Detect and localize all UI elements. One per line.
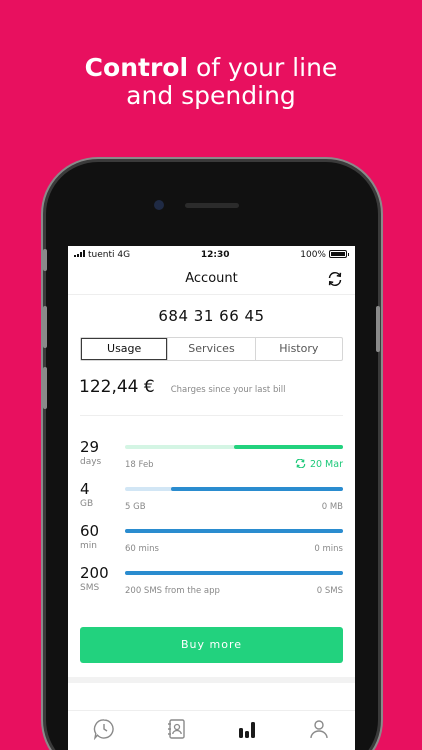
usage-row-sms: 200 SMS 200 SMS from the app 0 SMS [80,560,343,602]
page-title: Account [185,271,238,286]
bar-chart-icon [239,721,256,738]
mute-switch [43,249,47,271]
phone-number: 684 31 66 45 [158,307,265,325]
status-left: tuenti 4G [74,249,131,260]
tab-bar [68,710,355,750]
usage-value: 200 [80,564,109,582]
volume-up-button [43,306,47,348]
nav-bar: Account [68,263,355,295]
usage-fill [125,571,343,575]
signal-icon [74,249,85,257]
section-separator [68,677,355,683]
tab-bar-item-contacts[interactable] [140,711,212,750]
usage-row-minutes: 60 min 60 mins 0 mins [80,518,343,560]
usage-track [125,487,343,491]
speaker [185,203,239,208]
charges-summary: 122,44 € Charges since your last bill [79,377,344,397]
usage-list: 29 days 18 Feb 20 Mar 4 GB 5 GB 0 MB 60 … [68,434,355,602]
usage-value: 4 [80,480,90,498]
tab-bar-item-usage[interactable] [212,711,284,750]
headline: Control of your line and spending [0,54,422,110]
power-button [376,306,380,352]
usage-end: 20 Mar [295,459,343,470]
usage-value: 29 [80,438,100,456]
tab-services[interactable]: Services [167,338,254,360]
volume-down-button [43,367,47,409]
usage-end: 0 SMS [316,586,343,596]
usage-start: 200 SMS from the app [125,586,220,596]
usage-track [125,529,343,533]
battery-percent: 100% [300,249,326,260]
buy-more-button[interactable]: Buy more [80,627,343,663]
usage-start: 5 GB [125,502,146,512]
segmented-tabs: Usage Services History [80,337,343,361]
usage-value: 60 [80,522,100,540]
app-screen: tuenti 4G 12:30 100% Account 684 31 66 4… [68,246,355,750]
usage-row-data: 4 GB 5 GB 0 MB [80,476,343,518]
clock-chat-icon [93,718,114,740]
profile-icon [310,719,328,738]
contacts-icon [167,718,185,739]
usage-end: 0 mins [314,544,343,554]
usage-track [125,445,343,449]
usage-start: 60 mins [125,544,159,554]
usage-unit: days [80,457,102,467]
camera [154,200,164,210]
status-time: 12:30 [200,249,230,260]
renewal-date: 20 Mar [309,459,343,470]
refresh-icon[interactable] [327,271,343,287]
charges-amount: 122,44 € [79,377,155,397]
renew-icon [295,459,306,468]
network: 4G [117,249,131,260]
carrier: tuenti [88,249,115,260]
usage-unit: GB [80,499,94,509]
usage-fill [170,487,343,491]
tab-bar-item-activity[interactable] [68,711,140,750]
usage-fill [125,529,343,533]
usage-start: 18 Feb [125,460,154,470]
status-bar: tuenti 4G 12:30 100% [68,246,355,263]
headline-rest: of your line [188,53,338,82]
charges-note: Charges since your last bill [170,385,286,395]
status-right: 100% [300,249,349,260]
usage-row-days: 29 days 18 Feb 20 Mar [80,434,343,476]
tab-bar-item-profile[interactable] [283,711,355,750]
usage-unit: min [80,541,97,551]
tab-history[interactable]: History [254,338,342,360]
usage-fill [234,445,343,449]
battery-icon [328,250,349,258]
headline-line2: and spending [126,81,296,110]
divider [80,415,343,416]
headline-bold: Control [84,53,189,82]
usage-unit: SMS [80,583,100,593]
usage-end: 0 MB [321,502,343,512]
tab-usage[interactable]: Usage [81,338,167,360]
usage-track [125,571,343,575]
